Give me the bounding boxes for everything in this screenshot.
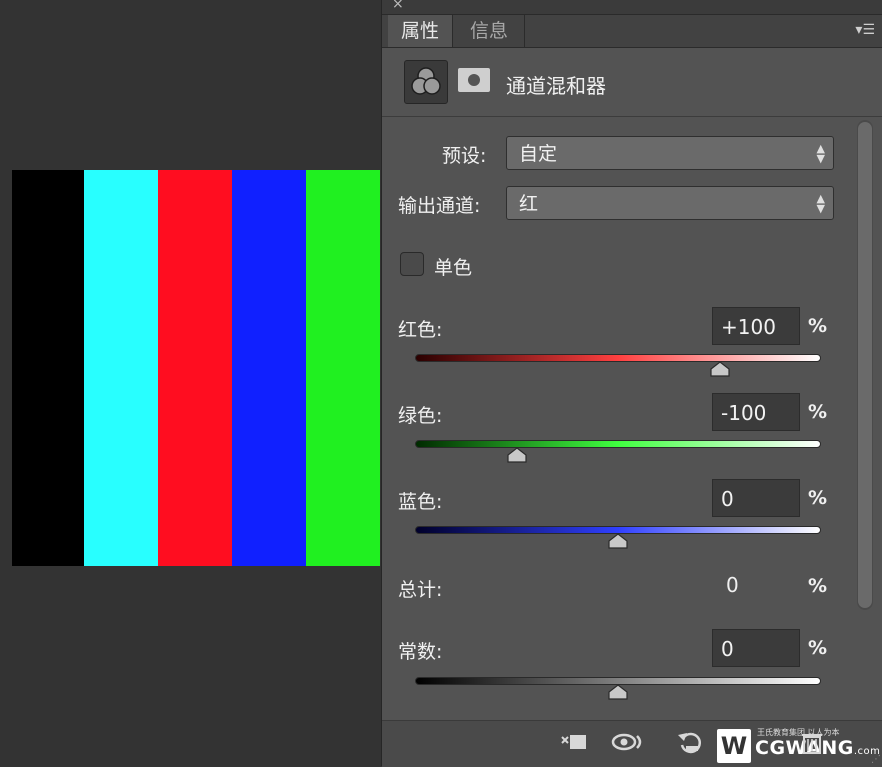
select-arrows-icon: ▲ ▼ (816, 142, 825, 165)
monochrome-label: 单色 (434, 257, 473, 279)
panel-header: 通道混和器 (382, 48, 882, 117)
red-slider-track[interactable] (415, 354, 821, 362)
delete-icon[interactable] (796, 727, 828, 757)
constant-value-input[interactable]: 0 (712, 629, 800, 667)
adjustment-icon-button[interactable] (404, 60, 448, 104)
panel-scrollbar-thumb[interactable] (858, 122, 872, 608)
tab-properties[interactable]: 属性 (388, 15, 453, 47)
canvas-image (12, 170, 380, 566)
panel-topbar: × (382, 0, 882, 15)
channel-mixer-icon (411, 67, 441, 95)
clip-to-layer-icon[interactable] (558, 727, 590, 757)
total-value: 0 (726, 573, 739, 597)
monochrome-checkbox[interactable] (400, 252, 424, 276)
select-arrows-icon: ▲ ▼ (816, 192, 825, 215)
blue-label: 蓝色: (398, 491, 443, 513)
constant-label: 常数: (398, 641, 443, 663)
stripe-cyan (84, 170, 158, 566)
panel-footer: W 王氏教育集团,以人为本 CGWANG.com ⋰ (382, 720, 882, 767)
panel-menu-icon[interactable]: ▾☰ (855, 23, 875, 37)
total-label: 总计: (398, 579, 443, 601)
blue-value-input[interactable]: 0 (712, 479, 800, 517)
panel-tabs: 属性 信息 ▾☰ (382, 15, 882, 48)
view-previous-state-icon[interactable] (610, 727, 642, 757)
preset-select[interactable]: 自定 ▲ ▼ (506, 136, 834, 170)
mask-icon[interactable] (458, 68, 490, 92)
green-slider-track[interactable] (415, 440, 821, 448)
total-unit: % (808, 575, 828, 597)
panel-title: 通道混和器 (506, 74, 606, 98)
green-value-input[interactable]: -100 (712, 393, 800, 431)
stripe-black (12, 170, 84, 566)
preset-label: 预设: (442, 145, 487, 167)
stripe-green (306, 170, 380, 566)
output-channel-label: 输出通道: (398, 195, 481, 217)
properties-panel: × 属性 信息 ▾☰ 通道混和器 预设: 自定 ▲ ▼ 输出通道: 红 ▲ ▼ 单色… (381, 0, 882, 767)
blue-unit: % (808, 487, 828, 509)
green-unit: % (808, 401, 828, 423)
stripe-red (158, 170, 232, 566)
tab-info[interactable]: 信息 (454, 15, 525, 47)
output-channel-value: 红 (519, 193, 539, 215)
constant-unit: % (808, 637, 828, 659)
stripe-blue (232, 170, 306, 566)
resize-grip-icon[interactable]: ⋰ (871, 754, 881, 765)
reset-icon[interactable] (674, 727, 706, 757)
output-channel-select[interactable]: 红 ▲ ▼ (506, 186, 834, 220)
green-label: 绿色: (398, 405, 443, 427)
red-unit: % (808, 315, 828, 337)
watermark-logo: W (717, 729, 751, 763)
red-label: 红色: (398, 319, 443, 341)
preset-value: 自定 (519, 143, 558, 165)
close-icon[interactable]: × (392, 0, 404, 12)
red-value-input[interactable]: +100 (712, 307, 800, 345)
